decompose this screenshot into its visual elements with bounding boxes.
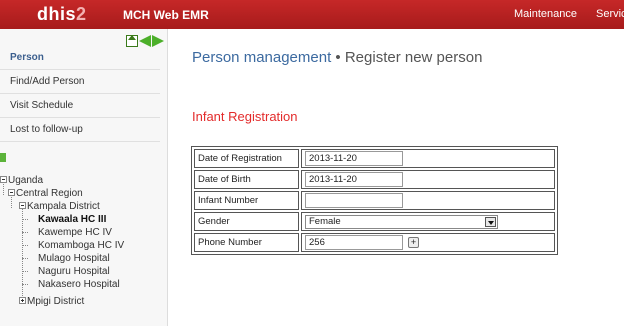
phone-number-input[interactable] (305, 235, 403, 250)
collapse-icon[interactable] (8, 189, 15, 196)
form-row-gender: Gender Female (194, 212, 555, 231)
form-row-infant-number: Infant Number (194, 191, 555, 210)
tree-connector (22, 284, 28, 285)
sidebar-menu: Person Find/Add Person Visit Schedule Lo… (0, 46, 160, 142)
org-unit-tree-toggle-icon[interactable] (0, 153, 6, 162)
section-title: Infant Registration (192, 109, 298, 124)
sidebar-item-find-add-person[interactable]: Find/Add Person (0, 70, 160, 94)
add-phone-button[interactable]: + (408, 237, 419, 248)
app-title: MCH Web EMR (123, 8, 209, 22)
date-of-birth-input[interactable] (305, 172, 403, 187)
infant-number-input[interactable] (305, 193, 403, 208)
field-cell: + (301, 233, 555, 252)
sidebar-item-person[interactable]: Person (0, 46, 160, 70)
breadcrumb-separator: • (331, 49, 345, 66)
field-cell (301, 149, 555, 168)
phone-wrap: + (305, 235, 551, 250)
sidebar-item-lost-to-follow-up[interactable]: Lost to follow-up (0, 118, 160, 142)
form-row-date-of-registration: Date of Registration (194, 149, 555, 168)
tree-node-komamboga-hc-iv[interactable]: Komamboga HC IV (38, 239, 124, 252)
menu-service[interactable]: Service (596, 8, 624, 20)
gender-selected-value: Female (309, 215, 341, 227)
field-cell: Female (301, 212, 555, 231)
tree-node-nakasero-hospital[interactable]: Nakasero Hospital (38, 278, 120, 291)
tree-connector (22, 245, 28, 246)
tree-node-central-region[interactable]: Central Region (8, 187, 83, 200)
tree-connector (22, 232, 28, 233)
date-of-registration-input[interactable] (305, 151, 403, 166)
tree-node-mpigi-district[interactable]: Mpigi District (19, 295, 84, 308)
collapse-icon[interactable] (0, 176, 7, 183)
sidebar-item-visit-schedule[interactable]: Visit Schedule (0, 94, 160, 118)
field-cell (301, 191, 555, 210)
page-title-text: Register new person (344, 49, 483, 66)
page-title: Person management • Register new person (192, 49, 482, 66)
top-bar: dhis2 MCH Web EMR Maintenance Service (0, 0, 624, 29)
tree-node-label: Mpigi District (27, 296, 85, 307)
tree-node-naguru-hospital[interactable]: Naguru Hospital (38, 265, 110, 278)
field-label: Infant Number (194, 191, 299, 210)
field-label: Date of Registration (194, 149, 299, 168)
menu-maintenance[interactable]: Maintenance (514, 8, 577, 20)
dhis2-logo[interactable]: dhis2 (37, 4, 87, 25)
logo-number: 2 (76, 4, 87, 24)
dropdown-arrow-icon[interactable] (485, 216, 496, 227)
tree-node-label: Central Region (16, 188, 83, 199)
tree-node-label: Kampala District (27, 201, 100, 212)
field-label: Phone Number (194, 233, 299, 252)
sidebar: Person Find/Add Person Visit Schedule Lo… (0, 29, 168, 326)
field-cell (301, 170, 555, 189)
breadcrumb-person-management[interactable]: Person management (192, 49, 331, 66)
tree-node-kampala-district[interactable]: Kampala District (19, 200, 100, 213)
collapse-icon[interactable] (19, 202, 26, 209)
tree-connector (22, 219, 28, 220)
expand-icon[interactable] (19, 297, 26, 304)
infant-registration-form: Date of Registration Date of Birth Infan… (191, 146, 558, 255)
tree-node-kawempe-hc-iv[interactable]: Kawempe HC IV (38, 226, 112, 239)
tree-node-kawaala-hc-iii[interactable]: Kawaala HC III (38, 213, 106, 226)
tree-node-mulago-hospital[interactable]: Mulago Hospital (38, 252, 110, 265)
tree-connector (22, 258, 28, 259)
main-content: Person management • Register new person … (168, 29, 624, 326)
tree-connector (22, 271, 28, 272)
form-row-date-of-birth: Date of Birth (194, 170, 555, 189)
field-label: Date of Birth (194, 170, 299, 189)
form-row-phone-number: Phone Number + (194, 233, 555, 252)
tree-node-label: Uganda (8, 175, 44, 186)
gender-select[interactable]: Female (305, 214, 498, 229)
field-label: Gender (194, 212, 299, 231)
tree-node-uganda[interactable]: Uganda (0, 174, 43, 187)
logo-text: dhis (37, 4, 77, 24)
